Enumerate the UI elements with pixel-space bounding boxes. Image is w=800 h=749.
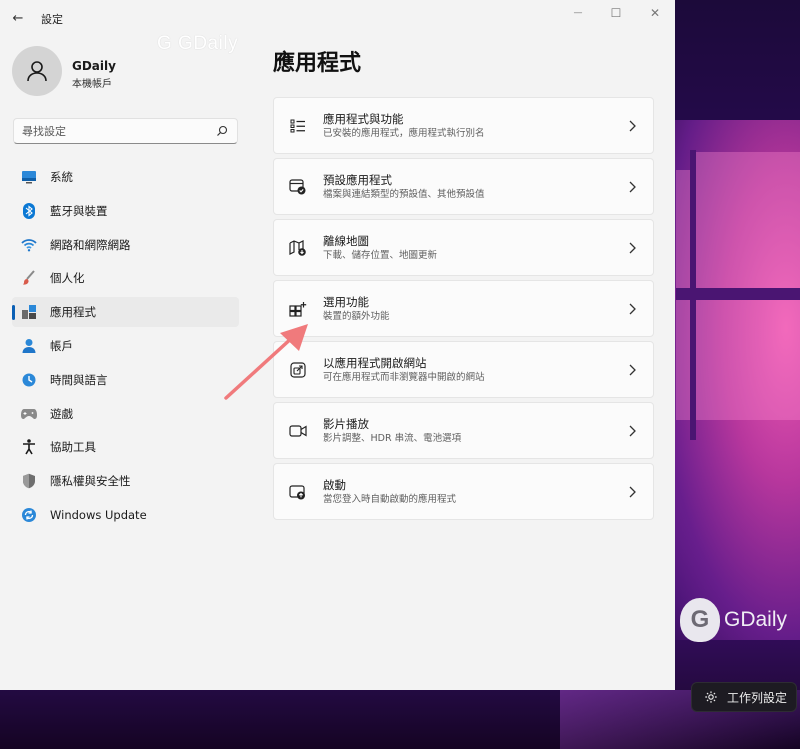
settings-window: ← 設定 — ☐ ✕ G GDaily GDaily 本機帳戶 系統 藍牙與裝置	[0, 0, 675, 690]
sidebar-item-privacy-security[interactable]: 隱私權與安全性	[12, 466, 239, 496]
card-title: 啟動	[323, 478, 346, 492]
wifi-icon	[21, 237, 37, 253]
card-subtitle: 影片調整、HDR 串流、電池選項	[323, 433, 462, 444]
shield-icon	[21, 473, 37, 489]
watermark-logo: G	[680, 598, 720, 642]
sidebar-item-label: 系統	[50, 170, 73, 184]
avatar[interactable]	[12, 46, 62, 96]
card-title: 選用功能	[323, 295, 369, 309]
card-subtitle: 可在應用程式而非瀏覽器中開啟的網站	[323, 372, 485, 383]
apps-icon	[21, 304, 37, 320]
optional-features-icon	[288, 299, 308, 319]
person-avatar-icon	[27, 61, 47, 82]
card-subtitle: 檔案與連結類型的預設值、其他預設值	[323, 189, 485, 200]
sidebar-item-windows-update[interactable]: Windows Update	[12, 500, 239, 530]
sidebar-item-label: 藍牙與裝置	[50, 203, 108, 218]
close-icon: ✕	[649, 6, 661, 20]
card-title: 以應用程式開啟網站	[323, 356, 427, 370]
sidebar-item-accessibility[interactable]: 協助工具	[12, 432, 239, 462]
back-button[interactable]: ←	[8, 8, 28, 28]
list-icon	[288, 116, 308, 136]
sidebar-item-label: Windows Update	[50, 507, 147, 522]
search-box[interactable]	[13, 118, 238, 144]
app-title: 設定	[41, 13, 63, 26]
back-arrow-icon: ←	[12, 10, 24, 26]
brush-icon	[21, 270, 37, 286]
maximize-icon: ☐	[610, 6, 622, 20]
chevron-right-icon	[627, 302, 637, 316]
user-name: GDaily	[72, 59, 116, 73]
card-subtitle: 已安裝的應用程式，應用程式執行別名	[323, 128, 485, 139]
page-title: 應用程式	[273, 51, 362, 76]
sidebar-item-network[interactable]: 網路和網際網路	[12, 230, 239, 260]
card-apps-for-websites[interactable]: 以應用程式開啟網站 可在應用程式而非瀏覽器中開啟的網站	[273, 341, 654, 398]
card-title: 離線地圖	[323, 234, 369, 248]
wallpaper-window-frame	[676, 288, 800, 300]
card-video-playback[interactable]: 影片播放 影片調整、HDR 串流、電池選項	[273, 402, 654, 459]
card-default-apps[interactable]: 預設應用程式 檔案與連結類型的預設值、其他預設值	[273, 158, 654, 215]
card-subtitle: 裝置的額外功能	[323, 311, 390, 322]
minimize-icon: —	[573, 8, 583, 18]
card-offline-maps[interactable]: 離線地圖 下載、儲存位置、地圖更新	[273, 219, 654, 276]
maximize-button[interactable]: ☐	[594, 2, 638, 24]
chevron-right-icon	[627, 241, 637, 255]
sidebar-item-label: 應用程式	[50, 305, 96, 320]
wallpaper-window-pane	[676, 300, 690, 420]
title-bar: ← 設定 — ☐ ✕	[0, 0, 675, 36]
system-icon	[21, 169, 37, 185]
sidebar-item-gaming[interactable]: 遊戲	[12, 399, 239, 429]
watermark-text: GDaily	[724, 608, 788, 631]
card-title: 影片播放	[323, 417, 369, 431]
search-input[interactable]	[22, 124, 215, 138]
card-startup[interactable]: 啟動 當您登入時自動啟動的應用程式	[273, 463, 654, 520]
wallpaper-window-pane	[676, 170, 690, 288]
card-title: 預設應用程式	[323, 173, 392, 187]
sidebar-item-label: 帳戶	[50, 338, 73, 353]
sidebar-item-personalization[interactable]: 個人化	[12, 263, 239, 293]
chevron-right-icon	[627, 485, 637, 499]
sidebar-item-accounts[interactable]: 帳戶	[12, 331, 239, 361]
card-title: 應用程式與功能	[323, 112, 404, 126]
chevron-right-icon	[627, 363, 637, 377]
card-subtitle: 當您登入時自動啟動的應用程式	[323, 494, 457, 505]
sidebar-item-label: 網路和網際網路	[50, 237, 131, 252]
map-download-icon	[288, 238, 308, 258]
account-type: 本機帳戶	[72, 79, 112, 90]
gear-icon	[703, 689, 719, 705]
sidebar-item-label: 隱私權與安全性	[50, 474, 131, 489]
sidebar-item-system[interactable]: 系統	[12, 162, 239, 192]
person-icon	[21, 338, 37, 354]
annotation-arrow	[224, 324, 308, 400]
sidebar-item-label: 協助工具	[50, 440, 96, 455]
sidebar-nav: 系統 藍牙與裝置 網路和網際網路 個人化 應用程式 帳戶 時間與語言 遊戲 協助…	[12, 162, 239, 534]
card-optional-features[interactable]: 選用功能 裝置的額外功能	[273, 280, 654, 337]
close-button[interactable]: ✕	[633, 2, 675, 24]
sidebar-item-label: 遊戲	[50, 406, 73, 421]
sidebar-item-label: 時間與語言	[50, 372, 108, 387]
chevron-right-icon	[627, 424, 637, 438]
chevron-right-icon	[627, 119, 637, 133]
search-icon[interactable]	[215, 124, 229, 138]
accessibility-icon	[21, 439, 37, 455]
settings-card-list: 應用程式與功能 已安裝的應用程式，應用程式執行別名 預設應用程式 檔案與連結類型…	[273, 97, 654, 524]
card-apps-features[interactable]: 應用程式與功能 已安裝的應用程式，應用程式執行別名	[273, 97, 654, 154]
taskbar-settings-button[interactable]: 工作列設定	[691, 682, 797, 712]
sidebar-item-apps[interactable]: 應用程式	[12, 297, 239, 328]
globe-clock-icon	[21, 372, 37, 388]
taskbar-settings-label: 工作列設定	[727, 690, 788, 705]
watermark-window-text: G GDaily	[157, 33, 239, 54]
gamepad-icon	[21, 406, 37, 422]
default-apps-icon	[288, 177, 308, 197]
sidebar-item-label: 個人化	[50, 271, 85, 286]
wallpaper-window-pane	[696, 300, 800, 420]
update-icon	[21, 507, 37, 523]
bluetooth-icon	[21, 202, 37, 219]
sidebar-item-time-language[interactable]: 時間與語言	[12, 365, 239, 395]
card-subtitle: 下載、儲存位置、地圖更新	[323, 250, 438, 261]
sidebar-item-bluetooth[interactable]: 藍牙與裝置	[12, 196, 239, 226]
startup-icon	[288, 482, 308, 502]
wallpaper-window-pane	[696, 152, 800, 288]
video-icon	[288, 421, 308, 441]
chevron-right-icon	[627, 180, 637, 194]
